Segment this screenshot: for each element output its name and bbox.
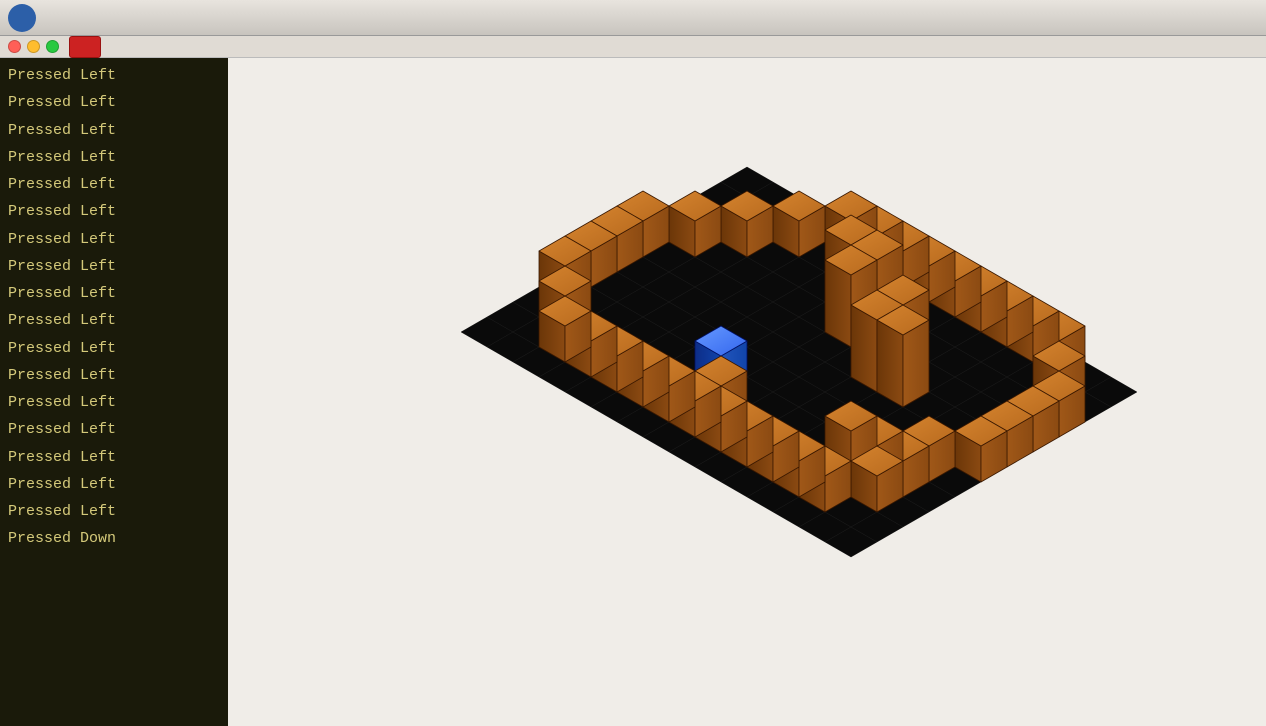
console-line: Pressed Left [0,62,228,89]
console-line: Pressed Left [0,498,228,525]
iso-game-container [287,62,1207,722]
minimize-button[interactable] [27,40,40,53]
console-line: Pressed Left [0,171,228,198]
console-line: Pressed Left [0,471,228,498]
window-controls-bar [0,36,1266,58]
main-content: Pressed LeftPressed LeftPressed LeftPres… [0,58,1266,726]
console-line: Pressed Left [0,335,228,362]
console-line: Pressed Left [0,253,228,280]
close-button[interactable] [8,40,21,53]
console-line: Pressed Left [0,198,228,225]
iso-game-svg [287,62,1207,722]
console-line: Pressed Left [0,444,228,471]
title-bar [0,0,1266,36]
console-line: Pressed Left [0,416,228,443]
console-line: Pressed Down [0,525,228,552]
console-line: Pressed Left [0,280,228,307]
console-line: Pressed Left [0,226,228,253]
maximize-button[interactable] [46,40,59,53]
game-panel[interactable] [228,58,1266,726]
console-line: Pressed Left [0,362,228,389]
console-line: Pressed Left [0,117,228,144]
stop-button[interactable] [69,36,101,58]
r-logo [8,4,36,32]
console-line: Pressed Left [0,389,228,416]
console-panel: Pressed LeftPressed LeftPressed LeftPres… [0,58,228,726]
console-line: Pressed Left [0,144,228,171]
console-line: Pressed Left [0,89,228,116]
console-line: Pressed Left [0,307,228,334]
